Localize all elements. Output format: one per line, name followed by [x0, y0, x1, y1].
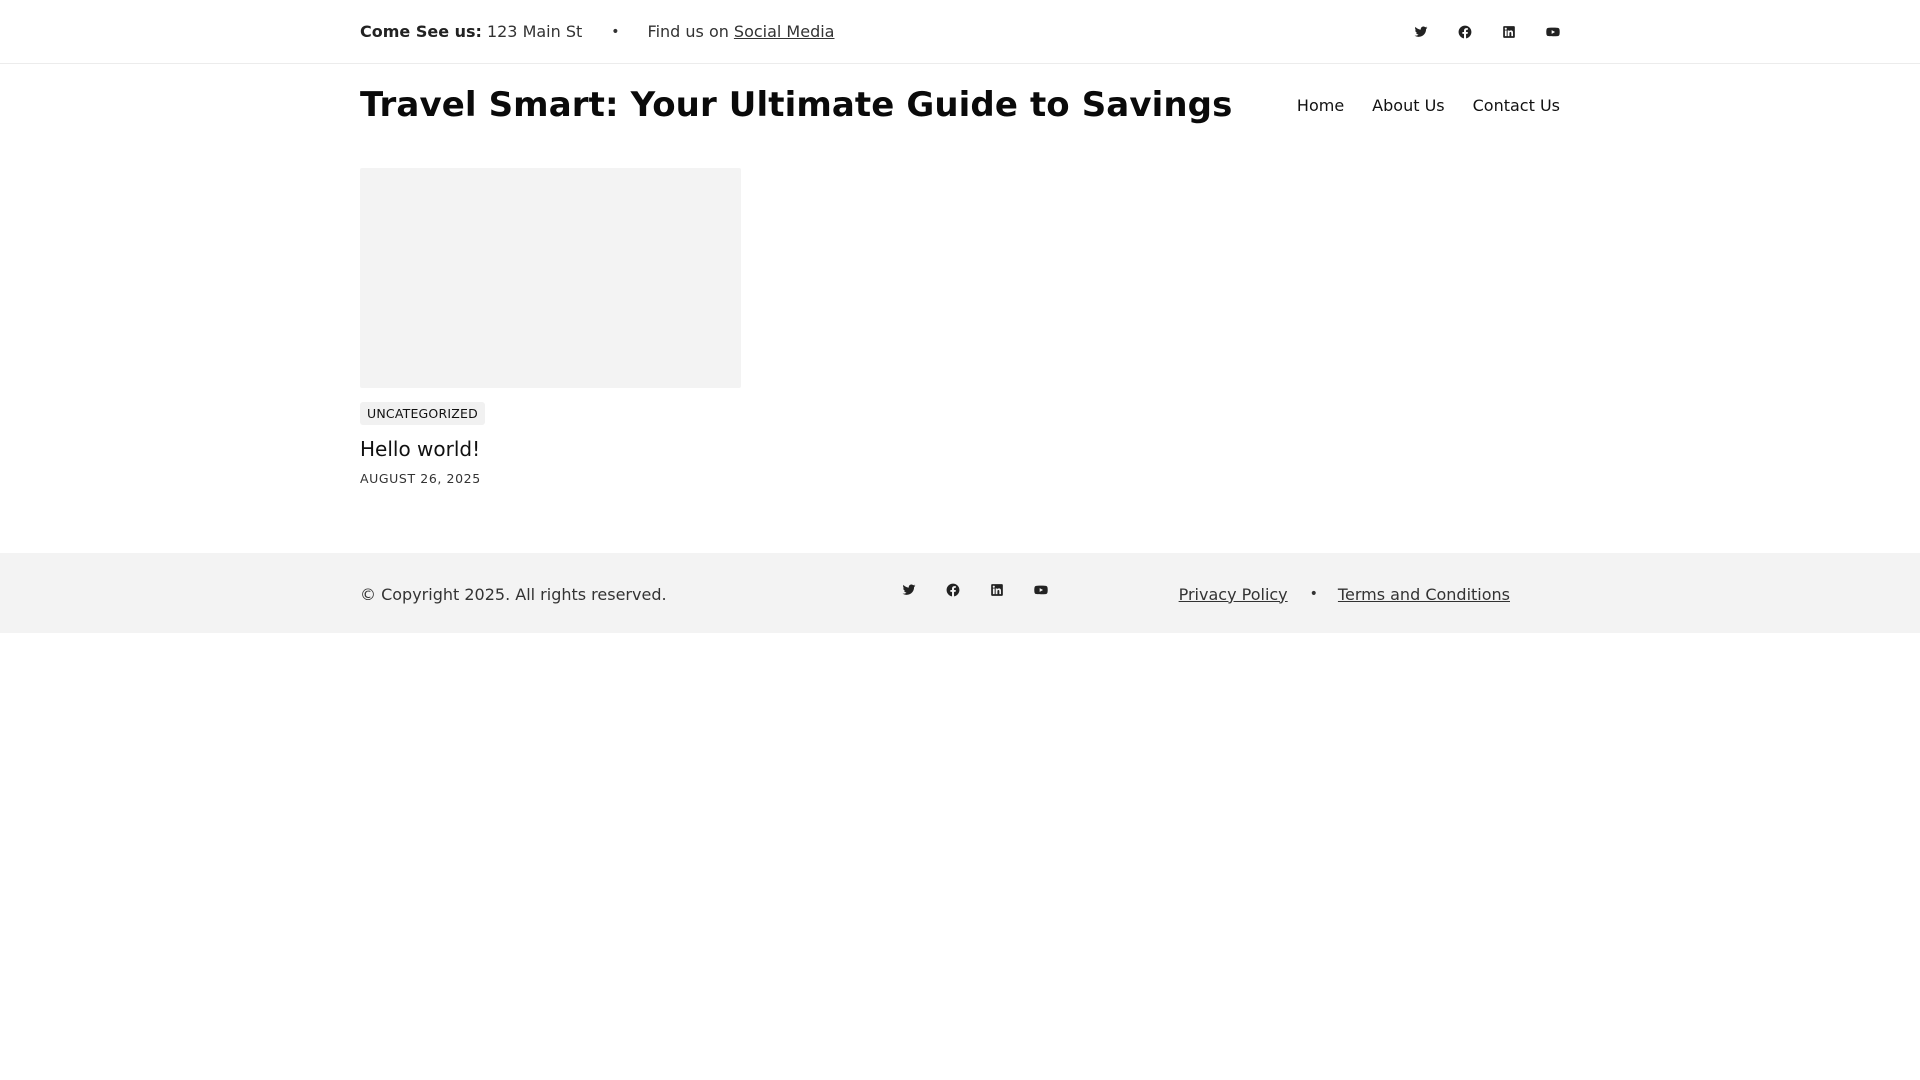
main-content: UNCATEGORIZED Hello world! AUGUST 26, 20…: [0, 140, 1920, 553]
copyright-text: © Copyright 2025. All rights reserved.: [360, 584, 667, 604]
top-bar: Come See us: 123 Main St • Find us on So…: [0, 0, 1920, 64]
facebook-icon[interactable]: [1443, 20, 1487, 44]
linkedin-icon[interactable]: [1487, 20, 1531, 44]
main-nav: Home About Us Contact Us: [1269, 96, 1560, 115]
separator-dot: •: [611, 23, 620, 40]
social-media-link[interactable]: Social Media: [734, 22, 835, 41]
top-bar-info: Come See us: 123 Main St • Find us on So…: [360, 22, 834, 41]
visit-label: Come See us:: [360, 22, 482, 41]
youtube-icon[interactable]: [1531, 20, 1575, 44]
post-title[interactable]: Hello world!: [360, 437, 741, 461]
post-card: UNCATEGORIZED Hello world! AUGUST 26, 20…: [360, 168, 741, 486]
privacy-policy-link[interactable]: Privacy Policy: [1179, 585, 1288, 604]
nav-home[interactable]: Home: [1297, 96, 1344, 115]
youtube-icon[interactable]: [1019, 578, 1063, 602]
facebook-icon[interactable]: [931, 578, 975, 602]
site-title[interactable]: Travel Smart: Your Ultimate Guide to Sav…: [360, 85, 1232, 125]
twitter-icon[interactable]: [887, 578, 931, 602]
site-header: Travel Smart: Your Ultimate Guide to Sav…: [0, 64, 1920, 140]
linkedin-icon[interactable]: [975, 578, 1019, 602]
footer-links: Privacy Policy • Terms and Conditions: [1179, 585, 1510, 604]
twitter-icon[interactable]: [1399, 20, 1443, 44]
terms-link[interactable]: Terms and Conditions: [1338, 585, 1510, 604]
find-us-text: Find us on: [647, 22, 729, 41]
nav-contact-us[interactable]: Contact Us: [1473, 96, 1560, 115]
address-text: 123 Main St: [486, 22, 583, 41]
category-badge[interactable]: UNCATEGORIZED: [360, 402, 485, 425]
post-thumbnail[interactable]: [360, 168, 741, 388]
top-social-icons: [1399, 20, 1575, 44]
separator-dot: •: [1309, 586, 1318, 602]
site-footer: © Copyright 2025. All rights reserved. P…: [0, 553, 1920, 633]
footer-social-icons: [887, 578, 1063, 602]
nav-about-us[interactable]: About Us: [1372, 96, 1444, 115]
post-date: AUGUST 26, 2025: [360, 471, 481, 486]
